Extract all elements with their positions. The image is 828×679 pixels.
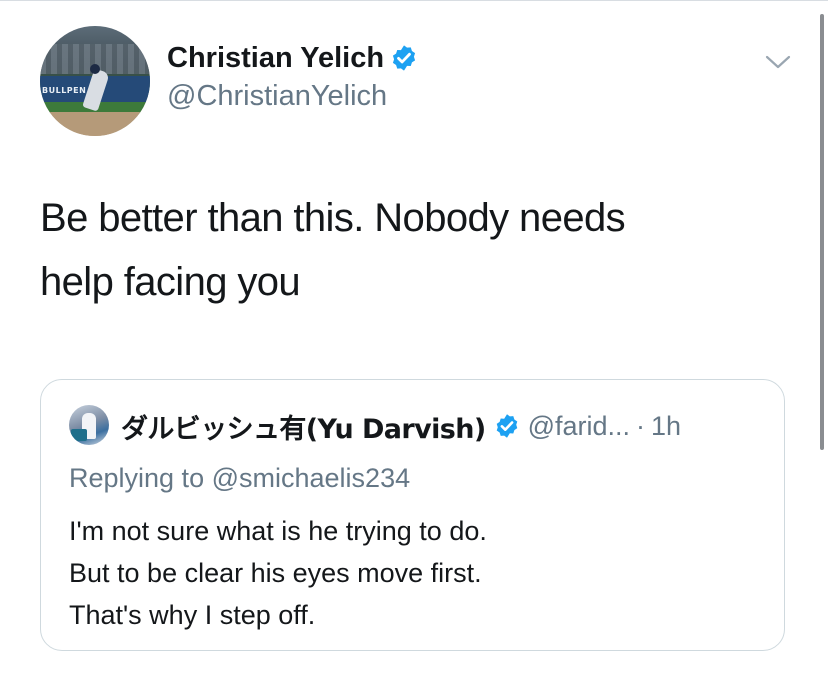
meta-separator: · xyxy=(636,410,646,441)
quoted-text-line: I'm not sure what is he trying to do. xyxy=(69,516,487,546)
tweet-text-line: help facing you xyxy=(40,260,301,304)
quoted-text-line: But to be clear his eyes move first. xyxy=(69,558,482,588)
avatar-player-head xyxy=(90,64,100,74)
replying-to-label: Replying to xyxy=(69,463,205,493)
top-divider xyxy=(0,0,828,1)
avatar-dirt xyxy=(40,112,150,136)
scrollbar[interactable] xyxy=(820,14,824,450)
replying-to-mention[interactable]: @smichaelis234 xyxy=(212,463,411,493)
quoted-tweet-header: ダルビッシュ有(Yu Darvish) @farid... · 1h xyxy=(121,407,681,446)
author-name[interactable]: Christian Yelich xyxy=(167,42,384,75)
tweet-text: Be better than this. Nobody needs help f… xyxy=(40,186,780,314)
quoted-tweet-time[interactable]: 1h xyxy=(651,411,681,442)
quoted-avatar-logo xyxy=(71,429,87,441)
author-avatar[interactable]: BULLPEN xyxy=(40,26,150,136)
tweet-text-line: Be better than this. Nobody needs xyxy=(40,196,626,240)
quoted-author-name[interactable]: ダルビッシュ有(Yu Darvish) xyxy=(121,407,486,446)
quoted-tweet-text: I'm not sure what is he trying to do. Bu… xyxy=(69,510,487,636)
verified-badge-icon xyxy=(392,45,416,71)
quoted-author-avatar[interactable] xyxy=(69,405,109,445)
quoted-text-line: That's why I step off. xyxy=(69,600,316,630)
author-handle[interactable]: @ChristianYelich xyxy=(167,80,387,113)
quoted-tweet-card[interactable]: ダルビッシュ有(Yu Darvish) @farid... · 1h Reply… xyxy=(40,379,785,651)
avatar-wall-text: BULLPEN xyxy=(42,86,87,95)
quoted-author-handle[interactable]: @farid... xyxy=(528,411,630,442)
author-name-row: Christian Yelich xyxy=(167,41,418,75)
replying-to: Replying to @smichaelis234 xyxy=(69,463,410,494)
verified-badge-icon xyxy=(496,414,517,438)
chevron-down-icon[interactable] xyxy=(764,52,792,72)
